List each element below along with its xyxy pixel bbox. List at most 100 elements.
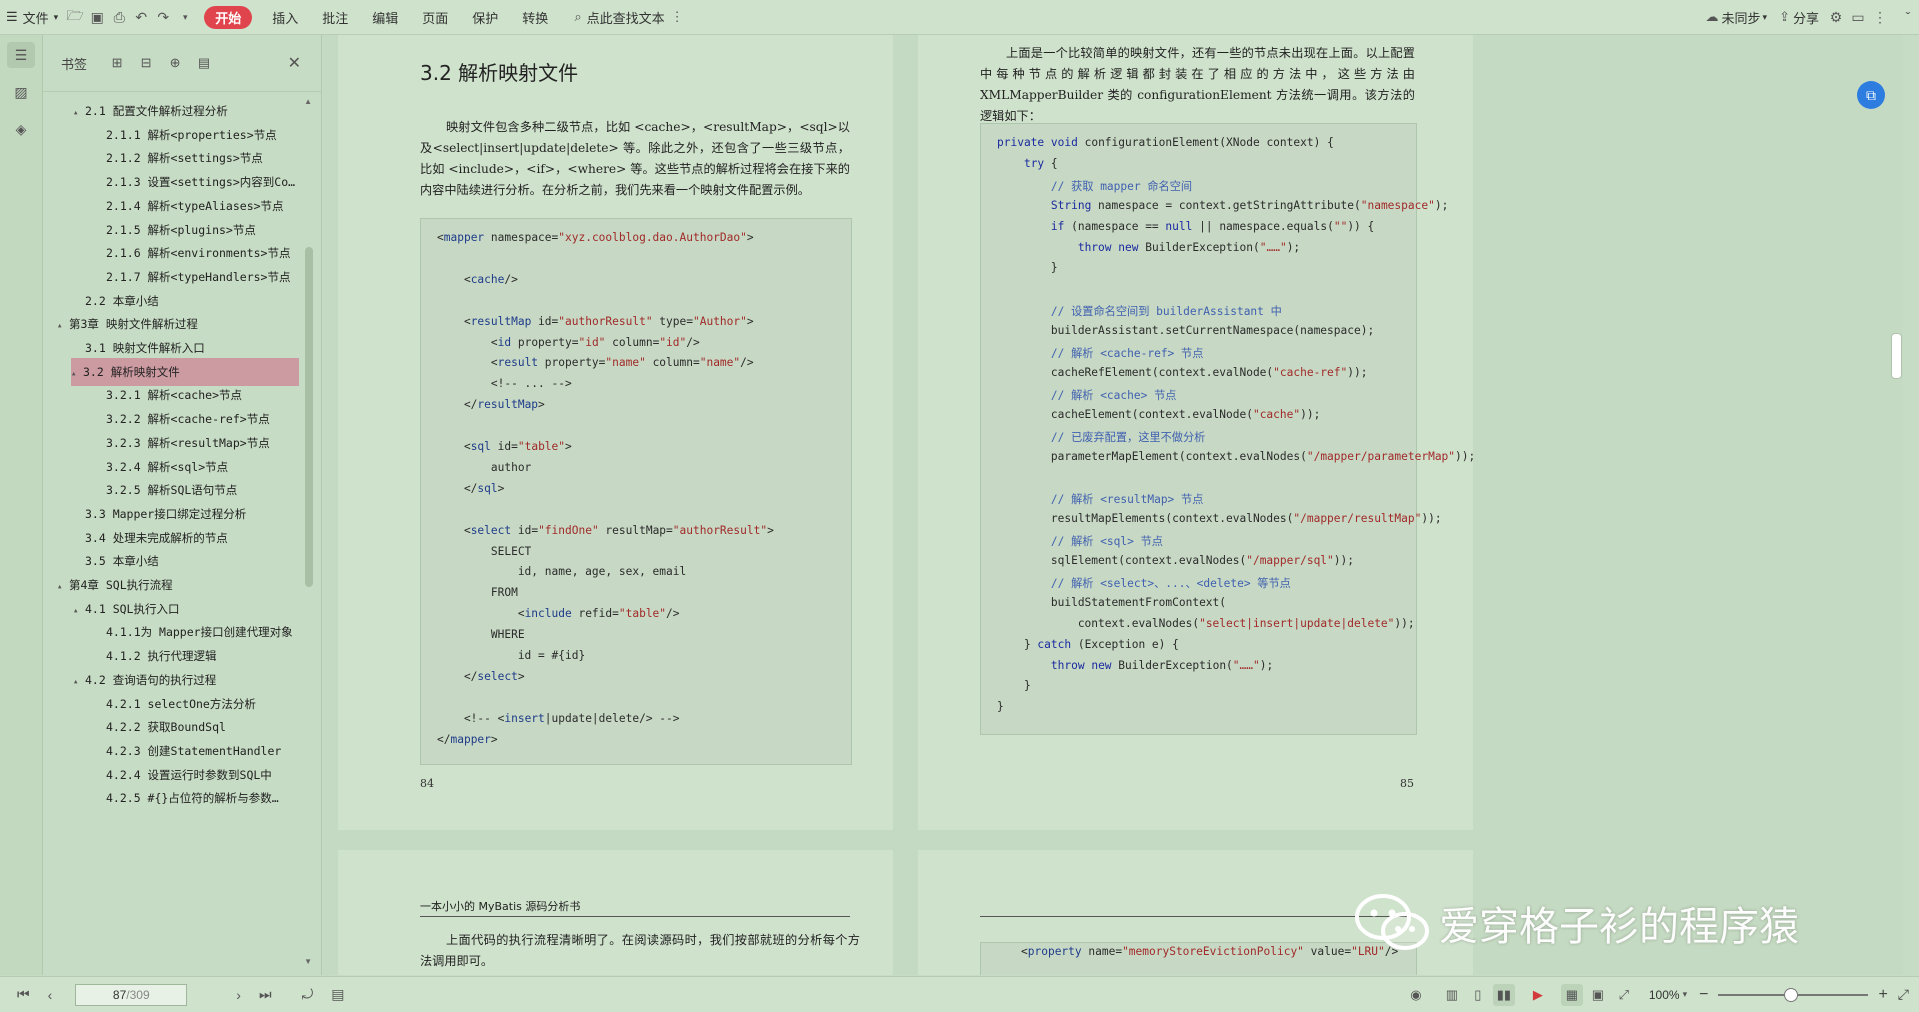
bookmark-label: 3.2 解析映射文件 (83, 364, 180, 379)
bookmark-label: 2.1.2 解析<settings>节点 (106, 151, 263, 166)
bookmark-label: 3.2.5 解析SQL语句节点 (106, 483, 238, 498)
file-menu-label: 文件 (22, 10, 49, 26)
bookmark-item[interactable]: 4.2.5 #{}占位符的解析与参数… (94, 784, 301, 812)
comment-icon[interactable]: ▭ (1847, 0, 1869, 34)
undo-icon[interactable]: ↶ (130, 0, 152, 34)
scrollbar-thumb[interactable] (305, 247, 313, 587)
document-view[interactable]: 3.2 解析映射文件 映射文件包含多种二级节点，比如 <cache>，<resu… (323, 35, 1903, 975)
tab-protect[interactable]: 保护 (460, 8, 510, 27)
bookmark-label: 3.3 Mapper接口绑定过程分析 (85, 506, 247, 521)
redo-icon[interactable]: ↷ (152, 0, 174, 34)
page-number: 84 (420, 777, 434, 790)
actual-size-icon[interactable]: ⤢ (1613, 984, 1635, 1006)
code-line: buildStatementFromContext( (997, 595, 1227, 609)
code-line: parameterMapElement(context.evalNodes("/… (997, 449, 1476, 463)
sync-label: 未同步 (1721, 10, 1761, 26)
page-number-input[interactable]: 87/309 (75, 983, 188, 1006)
minimize-icon[interactable]: ˇ (1897, 0, 1919, 34)
tab-page[interactable]: 页面 (410, 8, 460, 27)
find-text-box[interactable]: ⌕ 点此查找文本 ⋮ (568, 0, 689, 34)
zoom-level[interactable]: 100% (1649, 988, 1680, 1002)
tab-convert[interactable]: 转换 (510, 8, 560, 27)
prev-page-icon[interactable]: ‹ (39, 987, 62, 1003)
code-line: author (437, 460, 532, 474)
fit-page-icon[interactable]: ▣ (1587, 984, 1609, 1006)
settings-icon[interactable]: ⚙ (1825, 0, 1847, 34)
zoom-slider[interactable] (1718, 987, 1869, 1002)
zoom-in-icon[interactable]: + (1878, 986, 1887, 1004)
save-icon[interactable]: ▣ (86, 0, 108, 34)
code-line: // 已废弃配置，这里不做分析 (997, 430, 1206, 444)
running-header: 一本小小的 MyBatis 源码分析书 (420, 900, 581, 913)
open-folder-icon[interactable]: 🗁 (64, 0, 86, 34)
tab-insert[interactable]: 插入 (260, 8, 310, 27)
sidebar-scrollbar[interactable] (305, 97, 313, 969)
expand-all-icon[interactable]: ⊞ (109, 55, 125, 71)
scroll-down-arrow-icon[interactable]: ▼ (304, 957, 312, 966)
file-menu[interactable]: ☰ 文件 ▾ (0, 0, 64, 34)
close-icon[interactable]: ✕ (288, 53, 301, 73)
bookmark-panel-icon[interactable]: ☰ (7, 42, 35, 68)
tab-annotate[interactable]: 批注 (310, 8, 360, 27)
bookmark-label: 4.2.1 selectOne方法分析 (106, 696, 256, 711)
status-bar: ⏮ ‹ 87/309 › ⏭ ⤾ ▤ ◉ ▥ ▯ ▮▮ ▶ ▦ ▣ ⤢ 100%… (0, 976, 1919, 1012)
expand-caret-icon[interactable]: ▴ (73, 99, 85, 125)
thumbnail-panel-icon[interactable]: ▨ (7, 79, 35, 105)
chevron-down-icon[interactable]: ▾ (1683, 989, 1688, 1000)
single-page-icon[interactable]: ▯ (1467, 984, 1489, 1006)
expand-caret-icon[interactable]: ▴ (57, 312, 69, 338)
expand-caret-icon[interactable]: ▴ (73, 597, 85, 623)
find-text-placeholder: 点此查找文本 (586, 10, 665, 26)
play-icon[interactable]: ▶ (1527, 984, 1549, 1006)
print-icon[interactable]: ⎙ (108, 0, 130, 34)
code-line: if (namespace == null || namespace.equal… (1050, 219, 1375, 233)
bookmark-label: 4.1.2 执行代理逻辑 (106, 649, 217, 664)
scrollbar-thumb[interactable] (1891, 333, 1902, 379)
code-line: sqlElement(context.evalNodes("/mapper/sq… (997, 554, 1354, 567)
code-line: // 解析 <cache-ref> 节点 (997, 347, 1204, 360)
code-line: </sql> (437, 481, 505, 495)
collapse-all-icon[interactable]: ⊟ (138, 55, 154, 71)
tab-start[interactable]: 开始 (196, 0, 260, 34)
tag-panel-icon[interactable]: ◈ (7, 116, 35, 142)
fit-width-icon[interactable]: ▦ (1560, 983, 1583, 1006)
continuous-view-icon[interactable]: ▥ (1441, 984, 1463, 1006)
bookmark-options-icon[interactable]: ▤ (196, 55, 212, 71)
sidebar-title: 书签 (61, 56, 88, 72)
code-line: id = #{id} (437, 649, 586, 662)
eye-care-icon[interactable]: ◉ (1405, 984, 1427, 1006)
code-line: <resultMap id="authorResult" type="Autho… (437, 314, 754, 328)
code-line: <id property="id" column="id"/> (437, 335, 700, 349)
zoom-out-icon[interactable]: − (1699, 986, 1708, 1004)
document-scrollbar[interactable] (1889, 75, 1902, 975)
page-84: 3.2 解析映射文件 映射文件包含多种二级节点，比如 <cache>，<resu… (338, 35, 893, 830)
expand-caret-icon[interactable]: ▴ (73, 668, 85, 694)
first-page-icon[interactable]: ⏮ (8, 986, 39, 1003)
sync-button[interactable]: ☁ 未同步 ▾ (1700, 0, 1774, 34)
rotate-icon[interactable]: ⤾ (293, 986, 323, 1003)
code-line: context.evalNodes("select|insert|update|… (997, 616, 1415, 630)
bookmark-label: 2.2 本章小结 (85, 293, 159, 308)
code-line: <!-- ... --> (437, 377, 572, 391)
expand-caret-icon[interactable]: ▴ (57, 573, 69, 599)
bookmark-label: 3.4 处理未完成解析的节点 (85, 530, 228, 545)
code-line: </select> (437, 669, 525, 683)
fullscreen-icon[interactable]: ⤢ (1898, 986, 1909, 1003)
share-button[interactable]: ⇪ 分享 (1773, 0, 1825, 34)
tab-edit[interactable]: 编辑 (360, 8, 410, 27)
double-page-icon[interactable]: ▮▮ (1492, 983, 1515, 1006)
zoom-slider-knob[interactable] (1784, 987, 1799, 1002)
left-rail: ☰ ▨ ◈ (0, 35, 43, 975)
header-rule (980, 916, 1415, 917)
floating-tool-icon[interactable]: ⧉ (1857, 81, 1885, 109)
code-line: // 设置命名空间到 builderAssistant 中 (997, 305, 1282, 319)
code-line: } (997, 261, 1058, 275)
body-paragraph: 上面代码的执行流程清晰明了。在阅读源码时，我们按部就班的分析每个方法调用即可。 (420, 933, 860, 968)
more-vertical-icon[interactable]: ⋮ (1869, 0, 1891, 34)
quick-access-dropdown-icon[interactable]: ▾ (174, 0, 196, 34)
last-page-icon[interactable]: ⏭ (250, 986, 281, 1003)
expand-caret-icon[interactable]: ▴ (71, 360, 83, 386)
export-icon[interactable]: ▤ (322, 986, 353, 1003)
add-bookmark-icon[interactable]: ⊕ (167, 55, 183, 71)
next-page-icon[interactable]: › (227, 987, 250, 1003)
